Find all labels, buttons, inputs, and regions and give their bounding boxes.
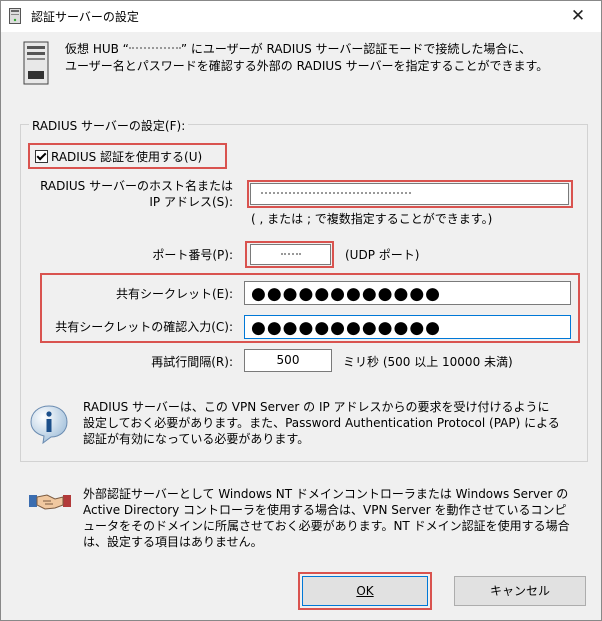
retry-label: 再試行間隔(R): bbox=[151, 355, 233, 369]
intro-line1-prefix: 仮想 HUB “ bbox=[65, 42, 129, 56]
title-bar: 認証サーバーの設定 ✕ bbox=[1, 1, 601, 32]
window-title: 認証サーバーの設定 bbox=[31, 10, 139, 24]
cancel-button[interactable]: キャンセル bbox=[454, 576, 586, 606]
auth-server-dialog: 認証サーバーの設定 ✕ 仮想 HUB “ ” にユーザーが RADIUS サーバー… bbox=[0, 0, 602, 621]
highlight-port bbox=[245, 241, 334, 268]
host-label-line2: IP アドレス(S): bbox=[149, 195, 233, 209]
external-line3: ュータをそのドメインに所属させておく必要があります。NT ドメイン認証を使用する… bbox=[83, 519, 570, 533]
highlight-secret bbox=[40, 273, 580, 343]
info-line1: RADIUS サーバーは、この VPN Server の IP アドレスからの要… bbox=[83, 400, 550, 414]
highlight-host bbox=[247, 180, 573, 208]
server-icon bbox=[23, 41, 49, 85]
info-line3: 認証が有効になっている必要があります。 bbox=[83, 432, 310, 446]
hub-name-redacted bbox=[128, 47, 181, 52]
info-icon bbox=[30, 405, 68, 444]
host-label-line1: RADIUS サーバーのホスト名または bbox=[40, 179, 233, 193]
external-line4: は、設定する項目はありません。 bbox=[83, 535, 263, 549]
intro-text: 仮想 HUB “ ” にユーザーが RADIUS サーバー認証モードで接続した場合… bbox=[65, 41, 585, 75]
port-label: ポート番号(P): bbox=[152, 248, 233, 262]
intro-line2: ユーザー名とパスワードを確認する外部の RADIUS サーバーを指定することがで… bbox=[65, 59, 549, 73]
group-label: RADIUS サーバーの設定(F): bbox=[29, 117, 189, 134]
highlight-ok bbox=[298, 572, 432, 610]
window-icon bbox=[9, 8, 21, 24]
port-note: (UDP ポート) bbox=[345, 248, 420, 262]
external-line1: 外部認証サーバーとして Windows NT ドメインコントローラまたは Win… bbox=[83, 487, 569, 501]
info-text: RADIUS サーバーは、この VPN Server の IP アドレスからの要… bbox=[83, 399, 583, 447]
close-button[interactable]: ✕ bbox=[555, 1, 601, 32]
host-hint: ( , または ; で複数指定することができます。) bbox=[251, 212, 493, 226]
info-line2: 設定しておく必要があります。また、Password Authentication… bbox=[83, 416, 560, 430]
retry-unit: ミリ秒 (500 以上 10000 未満) bbox=[343, 355, 513, 369]
intro-line1-suffix: ” にユーザーが RADIUS サーバー認証モードで接続した場合に、 bbox=[180, 42, 532, 56]
retry-input[interactable]: 500 bbox=[244, 349, 332, 372]
external-line2: Active Directory コントローラを使用する場合は、VPN Serv… bbox=[83, 503, 567, 517]
highlight-checkbox bbox=[28, 143, 227, 169]
host-label: RADIUS サーバーのホスト名または IP アドレス(S): bbox=[21, 178, 233, 210]
handshake-icon bbox=[29, 494, 71, 510]
external-auth-text: 外部認証サーバーとして Windows NT ドメインコントローラまたは Win… bbox=[83, 486, 593, 550]
